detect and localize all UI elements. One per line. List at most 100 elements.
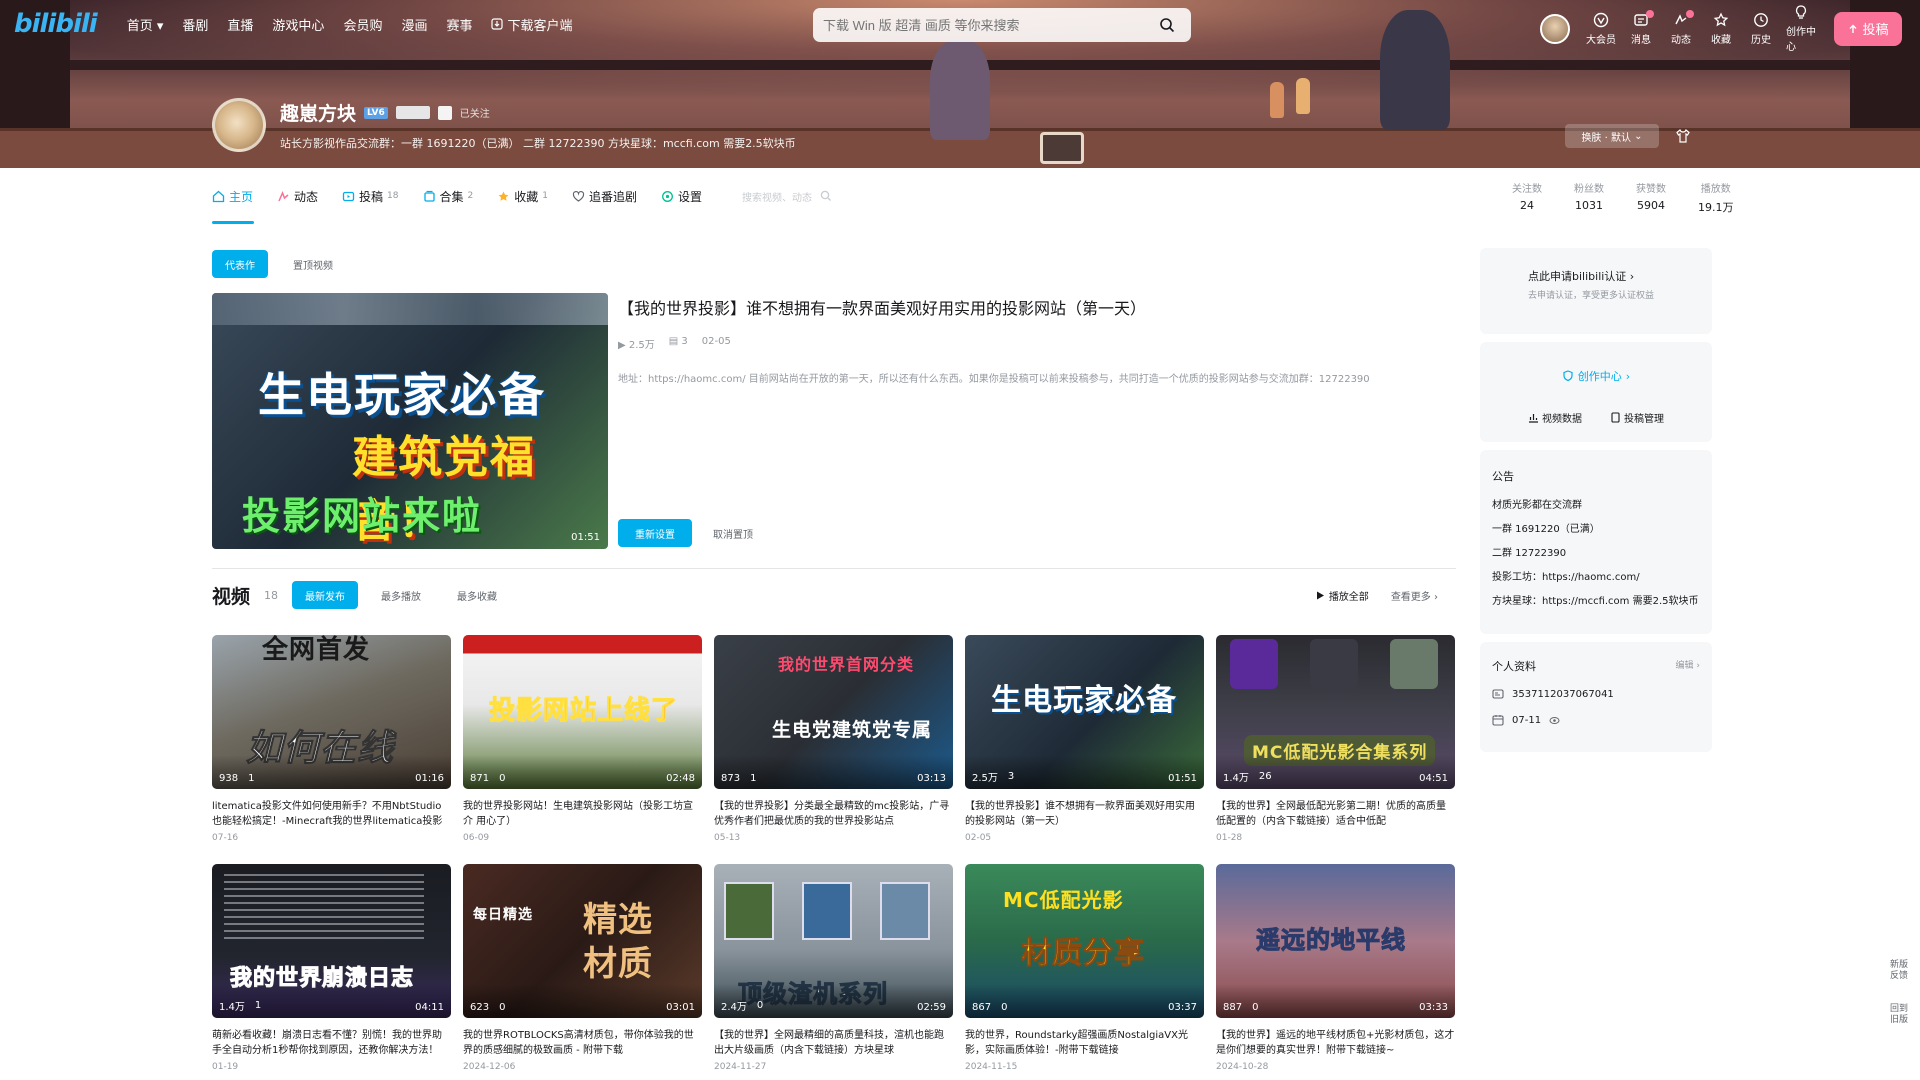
video-data-link[interactable]: 视频数据 [1528, 410, 1582, 425]
tab-favorites[interactable]: 收藏 1 [497, 188, 548, 205]
tab-home[interactable]: 主页 [212, 188, 253, 205]
sort-most-favorited[interactable]: 最多收藏 [444, 581, 510, 609]
nav-dynamic[interactable]: 动态 [1666, 9, 1696, 46]
search-icon [820, 190, 831, 201]
play-all-button[interactable]: 播放全部 [1316, 588, 1369, 603]
upload-button[interactable]: 投稿 [1834, 11, 1902, 46]
stat-followers[interactable]: 粉丝数 1031 [1574, 180, 1604, 215]
video-card[interactable]: 顶级渣机系列 2.4万0 02:59 【我的世界】全网最精细的高质量科技，渲机也… [714, 864, 953, 1076]
tab-pinned-video[interactable]: 置顶视频 [280, 250, 346, 278]
search-button[interactable] [1153, 11, 1181, 39]
reset-featured-button[interactable]: 重新设置 [618, 519, 692, 547]
bilibili-logo[interactable]: bilibili [14, 9, 98, 39]
nav-live[interactable]: 直播 [227, 15, 253, 34]
video-card[interactable]: MC低配光影 材质分享 867 0 03:37 我的世界，Roundstarky超… [965, 864, 1204, 1076]
stat-following[interactable]: 关注数 24 [1512, 180, 1542, 215]
tab-uploads[interactable]: 投稿 18 [342, 188, 399, 205]
space-search-input[interactable]: 搜索视频、动态 [742, 189, 812, 204]
video-thumbnail[interactable]: 顶级渣机系列 2.4万0 02:59 [714, 864, 953, 1018]
profile-avatar[interactable] [212, 98, 266, 152]
creator-center-link[interactable]: 创作中心 › [1562, 368, 1630, 384]
video-card[interactable]: 遥远的地平线 887 0 03:33 【我的世界】遥远的地平线材质包+光影材质包，… [1216, 864, 1455, 1076]
tab-bangumi[interactable]: 追番追剧 [572, 188, 637, 205]
featured-tabs: 代表作 置顶视频 [212, 250, 1456, 278]
video-card[interactable]: 投影网站上线了 871 0 02:48 我的世界投影网站！生电建筑投影网站（投影工… [463, 635, 702, 847]
edit-profile-link[interactable]: 编辑 › [1676, 658, 1700, 674]
old-version-button[interactable]: 回到旧版 [1888, 1004, 1910, 1026]
video-title[interactable]: litematica投影文件如何使用新手？不用NbtStudio也能轻松搞定！-… [212, 799, 451, 829]
sort-latest[interactable]: 最新发布 [292, 581, 359, 609]
chart-icon [1529, 414, 1538, 423]
video-card[interactable]: 生电玩家必备 2.5万 3 01:51 【我的世界投影】谁不想拥有一款界面美观好用… [965, 635, 1204, 847]
videos-header: 视频 18 最新发布 最多播放 最多收藏 播放全部 查看更多 › [212, 580, 1456, 610]
nav-bangumi[interactable]: 番剧 [182, 15, 208, 34]
view-more-link[interactable]: 查看更多 › [1391, 588, 1438, 603]
upload-manage-link[interactable]: 投稿管理 [1610, 410, 1664, 425]
theme-switch-button[interactable]: 换肤 · 默认 ⌄ [1565, 124, 1659, 148]
video-thumbnail[interactable]: MC低配光影 材质分享 867 0 03:37 [965, 864, 1204, 1018]
nav-home[interactable]: 首页 ▾ [127, 15, 164, 34]
video-thumbnail[interactable]: 全网首发 如何在线 938 1 01:16 [212, 635, 451, 789]
user-avatar[interactable] [1540, 13, 1570, 44]
gear-icon [662, 190, 673, 202]
nav-game-center[interactable]: 游戏中心 [272, 15, 324, 34]
unpin-button[interactable]: 取消置顶 [702, 519, 764, 547]
eye-icon[interactable] [1549, 715, 1560, 726]
video-title[interactable]: 【我的世界】全网最精细的高质量科技，渲机也能跑出大片级画质（内含下载链接）方块星… [714, 1028, 953, 1058]
video-thumbnail[interactable]: MC低配光影合集系列 1.4万 26 04:51 [1216, 635, 1455, 789]
video-card[interactable]: 我的世界崩溃日志 1.4万 1 04:11 萌新必看收藏！崩溃日志看不懂？别慌！我… [212, 864, 451, 1076]
tab-collections[interactable]: 合集 2 [423, 188, 473, 205]
nav-manga[interactable]: 漫画 [401, 15, 427, 34]
video-title[interactable]: 我的世界，Roundstarky超强画质NostalgiaVX光影，实际画质体验… [965, 1028, 1204, 1058]
tab-dynamic[interactable]: 动态 [277, 188, 318, 205]
nav-download-client[interactable]: 下载客户端 [491, 15, 573, 34]
sort-most-played[interactable]: 最多播放 [368, 581, 434, 609]
video-duration: 01:51 [571, 532, 600, 543]
video-thumbnail[interactable]: 我的世界崩溃日志 1.4万 1 04:11 [212, 864, 451, 1018]
profile-signature: 站长方影视作品交流群：一群 1691220（已满） 二群 12722390 方块… [280, 137, 796, 150]
featured-link[interactable]: https://haomc.com/ [648, 374, 746, 385]
video-title[interactable]: 【我的世界投影】谁不想拥有一款界面美观好用实用的投影网站（第一天） [965, 799, 1204, 829]
birthday-row: 07-11 [1492, 714, 1700, 726]
feedback-button[interactable]: 新版反馈 [1888, 960, 1910, 982]
video-title[interactable]: 我的世界ROTBLOCKS高清材质包，带你体验我的世界的质感细腻的极致画质 - … [463, 1028, 702, 1058]
video-card[interactable]: MC低配光影合集系列 1.4万 26 04:51 【我的世界】全网最低配光影第二期… [1216, 635, 1455, 847]
tab-masterpiece[interactable]: 代表作 [212, 250, 268, 278]
top-right-nav: 大会员 消息 动态 收藏 历史 创作中心 投稿 [1540, 4, 1902, 53]
video-thumbnail[interactable]: 生电玩家必备 2.5万 3 01:51 [965, 635, 1204, 789]
nav-message[interactable]: 消息 [1626, 9, 1656, 46]
video-title[interactable]: 萌新必看收藏！崩溃日志看不懂？别慌！我的世界助手全自动分析1秒帮你找到原因，还教… [212, 1028, 451, 1058]
video-title[interactable]: 我的世界投影网站！生电建筑投影网站（投影工坊宣介 用心了） [463, 799, 702, 829]
nav-match[interactable]: 赛事 [446, 15, 472, 34]
video-thumbnail[interactable]: 遥远的地平线 887 0 03:33 [1216, 864, 1455, 1018]
video-title[interactable]: 【我的世界】全网最低配光影第二期！优质的高质量低配置的（内含下载链接）适合中低配 [1216, 799, 1455, 829]
nav-creator-center[interactable]: 创作中心 [1786, 4, 1816, 53]
nav-vip[interactable]: 大会员 [1586, 12, 1616, 46]
shirt-icon[interactable] [1675, 128, 1691, 144]
video-card[interactable]: 每日精选 精选材质 623 0 03:01 我的世界ROTBLOCKS高清材质包，… [463, 864, 702, 1076]
download-icon [491, 18, 504, 30]
featured-title[interactable]: 【我的世界投影】谁不想拥有一款界面美观好用实用的投影网站（第一天） [618, 295, 1454, 319]
featured-thumbnail[interactable]: 生电玩家必备 建筑党福音！ 投影网站来啦 01:51 [212, 293, 608, 549]
video-date: 2024-12-06 [463, 1062, 516, 1072]
nav-history[interactable]: 历史 [1746, 12, 1776, 46]
video-title[interactable]: 【我的世界】遥远的地平线材质包+光影材质包，这才是你们想要的真实世界！附带下载链… [1216, 1028, 1455, 1058]
certification-box[interactable]: 点此申请bilibili认证 › 去申请认证，享受更多认证权益 [1480, 248, 1712, 334]
space-search[interactable]: 搜索视频、动态 [742, 189, 832, 204]
nav-favorites[interactable]: 收藏 [1706, 11, 1736, 46]
video-card[interactable]: 我的世界首网分类 生电党建筑党专属 873 1 03:13 【我的世界投影】分类最… [714, 635, 953, 847]
video-thumbnail[interactable]: 投影网站上线了 871 0 02:48 [463, 635, 702, 789]
videos-count: 18 [264, 588, 279, 602]
nav-mall[interactable]: 会员购 [343, 15, 382, 34]
video-thumbnail[interactable]: 每日精选 精选材质 623 0 03:01 [463, 864, 702, 1018]
search-input[interactable] [823, 17, 1153, 33]
video-date: 02-05 [965, 833, 992, 843]
certification-link[interactable]: 点此申请bilibili认证 › [1528, 268, 1712, 284]
shield-icon [1563, 370, 1573, 382]
video-title[interactable]: 【我的世界投影】分类最全最精致的mc投影站，广寻优秀作者们把最优质的我的世界投影… [714, 799, 953, 829]
bulb-icon [1795, 5, 1807, 19]
video-date: 05-13 [714, 833, 741, 843]
video-thumbnail[interactable]: 我的世界首网分类 生电党建筑党专属 873 1 03:13 [714, 635, 953, 789]
video-card[interactable]: 全网首发 如何在线 938 1 01:16 litematica投影文件如何使用新… [212, 635, 451, 847]
tab-settings[interactable]: 设置 [661, 188, 702, 205]
